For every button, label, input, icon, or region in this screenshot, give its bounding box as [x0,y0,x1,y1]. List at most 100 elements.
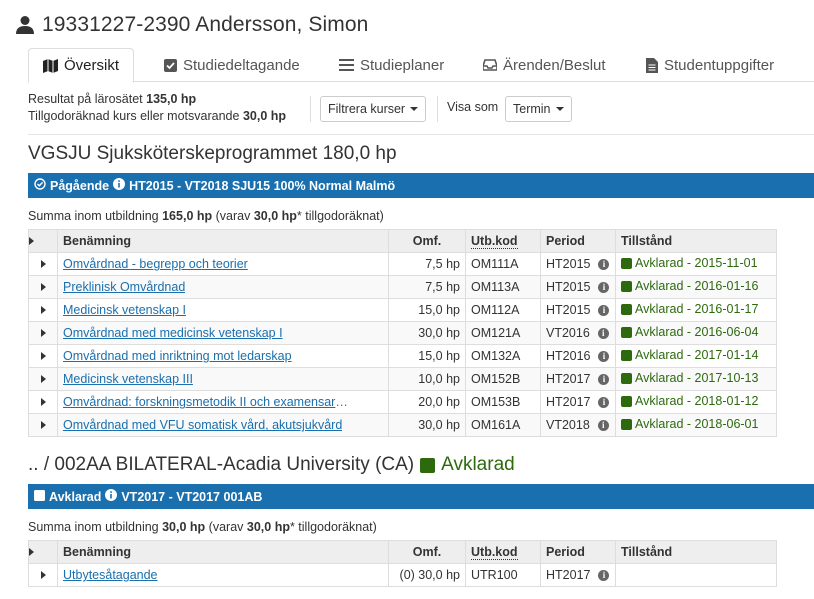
chevron-right-icon [29,548,34,556]
course-link[interactable]: Omvårdnad med VFU somatisk vård, akutsju… [63,418,342,432]
row-expand-toggle[interactable] [28,390,58,414]
program-period: HT2015 - VT2018 SJU15 100% Normal Malmö [129,178,396,193]
tab-label: Studieplaner [360,56,445,74]
chevron-right-icon [40,329,46,337]
course-code: OM161A [465,413,541,437]
view-as-dropdown[interactable]: Termin [505,96,572,122]
column-header[interactable]: Tillstånd [615,540,777,564]
chevron-right-icon [40,421,46,429]
course-status: Avklarad - 2018-06-01 [615,413,777,437]
course-link[interactable]: Omvårdnad - begrepp och teorier [63,257,248,271]
course-status: Avklarad - 2015-11-01 [615,252,777,276]
chevron-right-icon [40,375,46,383]
info-icon[interactable]: i [598,397,610,409]
row-expand-toggle[interactable] [28,563,58,587]
table-row: Omvårdnad med VFU somatisk vård, akutsju… [28,413,777,437]
info-icon[interactable] [113,178,126,193]
check-circle-icon [34,178,46,193]
table-header-row: Benämning Omf. Utb.kod Period Tillstånd [28,229,777,253]
info-icon[interactable]: i [598,570,610,582]
column-header[interactable]: Period [540,540,616,564]
chevron-right-icon [40,306,46,314]
program-status-bar: Pågående HT2015 - VT2018 SJU15 100% Norm… [28,173,814,198]
course-code: OM113A [465,275,541,299]
status-square-icon [420,457,436,473]
expand-all-toggle[interactable] [28,540,58,564]
info-icon[interactable]: i [598,259,610,271]
tab-arenden-beslut[interactable]: Ärenden/Beslut [469,48,620,82]
column-header[interactable]: Omf. [388,540,466,564]
program-status: Pågående [50,178,110,193]
tab-label: Översikt [64,57,120,74]
result-summary: Resultat på lärosätet 135,0 hp Tillgodor… [28,91,286,125]
view-as-label: Visa som [447,100,499,114]
status-square-icon [621,372,632,384]
page-title: 19331227-2390 Andersson, Simon [42,13,369,36]
row-expand-toggle[interactable] [28,321,58,345]
square-icon [34,489,45,504]
course-link[interactable]: Medicinsk vetenskap I [63,303,186,317]
row-expand-toggle[interactable] [28,275,58,299]
course-link[interactable]: Omvårdnad med inriktning mot ledarskap [63,349,292,363]
info-icon[interactable]: i [598,305,610,317]
course-period: HT2015 i [540,275,616,299]
chevron-right-icon [40,398,46,406]
course-period: HT2015 i [540,298,616,322]
tab-studiedeltagande[interactable]: Studiedeltagande [150,48,314,82]
course-credits: 10,0 hp [388,367,466,391]
chevron-right-icon [40,571,46,579]
table-row: Omvårdnad - begrepp och teorier 7,5 hp O… [28,252,777,276]
row-expand-toggle[interactable] [28,344,58,368]
row-expand-toggle[interactable] [28,367,58,391]
info-icon[interactable]: i [598,351,610,363]
info-icon[interactable]: i [597,420,609,432]
column-header[interactable]: Tillstånd [615,229,777,253]
row-expand-toggle[interactable] [28,252,58,276]
course-credits: 30,0 hp [388,321,466,345]
column-header[interactable]: Period [540,229,616,253]
tab-studentuppgifter[interactable]: Studentuppgifter [632,48,788,82]
course-code: OM112A [465,298,541,322]
tab-oversikt[interactable]: Översikt [28,48,135,83]
courses-table: Benämning Omf. Utb.kod Period Tillstånd … [28,540,777,587]
tab-bar: Översikt Studiedeltagande Studieplaner Ä… [28,48,814,83]
course-link[interactable]: Omvårdnad: forskningsmetodik II och exam… [63,395,353,409]
info-icon[interactable] [105,489,118,504]
program-title: VGSJU Sjuksköterskeprogrammet 180,0 hp [28,143,397,164]
program-status-badge: Avklarad [441,454,515,475]
course-link[interactable]: Utbytesåtagande [63,568,158,582]
table-row: Omvårdnad med medicinsk vetenskap I 30,0… [28,321,777,345]
row-expand-toggle[interactable] [28,413,58,437]
status-square-icon [621,395,632,407]
column-header[interactable]: Omf. [388,229,466,253]
course-code: OM111A [465,252,541,276]
column-header[interactable]: Utb.kod [465,229,541,253]
inbox-icon [483,59,497,71]
course-period: HT2017 i [540,563,616,587]
filter-courses-button[interactable]: Filtrera kurser [320,96,427,122]
row-expand-toggle[interactable] [28,298,58,322]
column-header[interactable]: Benämning [57,540,389,564]
status-square-icon [621,303,632,315]
course-period: HT2017 i [540,390,616,414]
program-title: .. / 002AA BILATERAL-Acadia University (… [28,454,515,475]
column-header[interactable]: Benämning [57,229,389,253]
course-link[interactable]: Omvårdnad med medicinsk vetenskap I [63,326,283,340]
info-icon[interactable]: i [598,374,610,386]
info-icon[interactable]: i [598,282,610,294]
course-link[interactable]: Medicinsk vetenskap III [63,372,193,386]
course-period: HT2017 i [540,367,616,391]
program-sum: Summa inom utbildning 30,0 hp (varav 30,… [28,520,377,534]
course-credits: 7,5 hp [388,275,466,299]
course-code: OM121A [465,321,541,345]
info-icon[interactable]: i [597,328,609,340]
course-credits: 15,0 hp [388,344,466,368]
course-status: Avklarad - 2017-01-14 [615,344,777,368]
chevron-right-icon [40,283,46,291]
course-credits: 30,0 hp [388,413,466,437]
status-square-icon [621,257,632,269]
column-header[interactable]: Utb.kod [465,540,541,564]
expand-all-toggle[interactable] [28,229,58,253]
tab-studieplaner[interactable]: Studieplaner [325,48,458,82]
course-link[interactable]: Preklinisk Omvårdnad [63,280,185,294]
